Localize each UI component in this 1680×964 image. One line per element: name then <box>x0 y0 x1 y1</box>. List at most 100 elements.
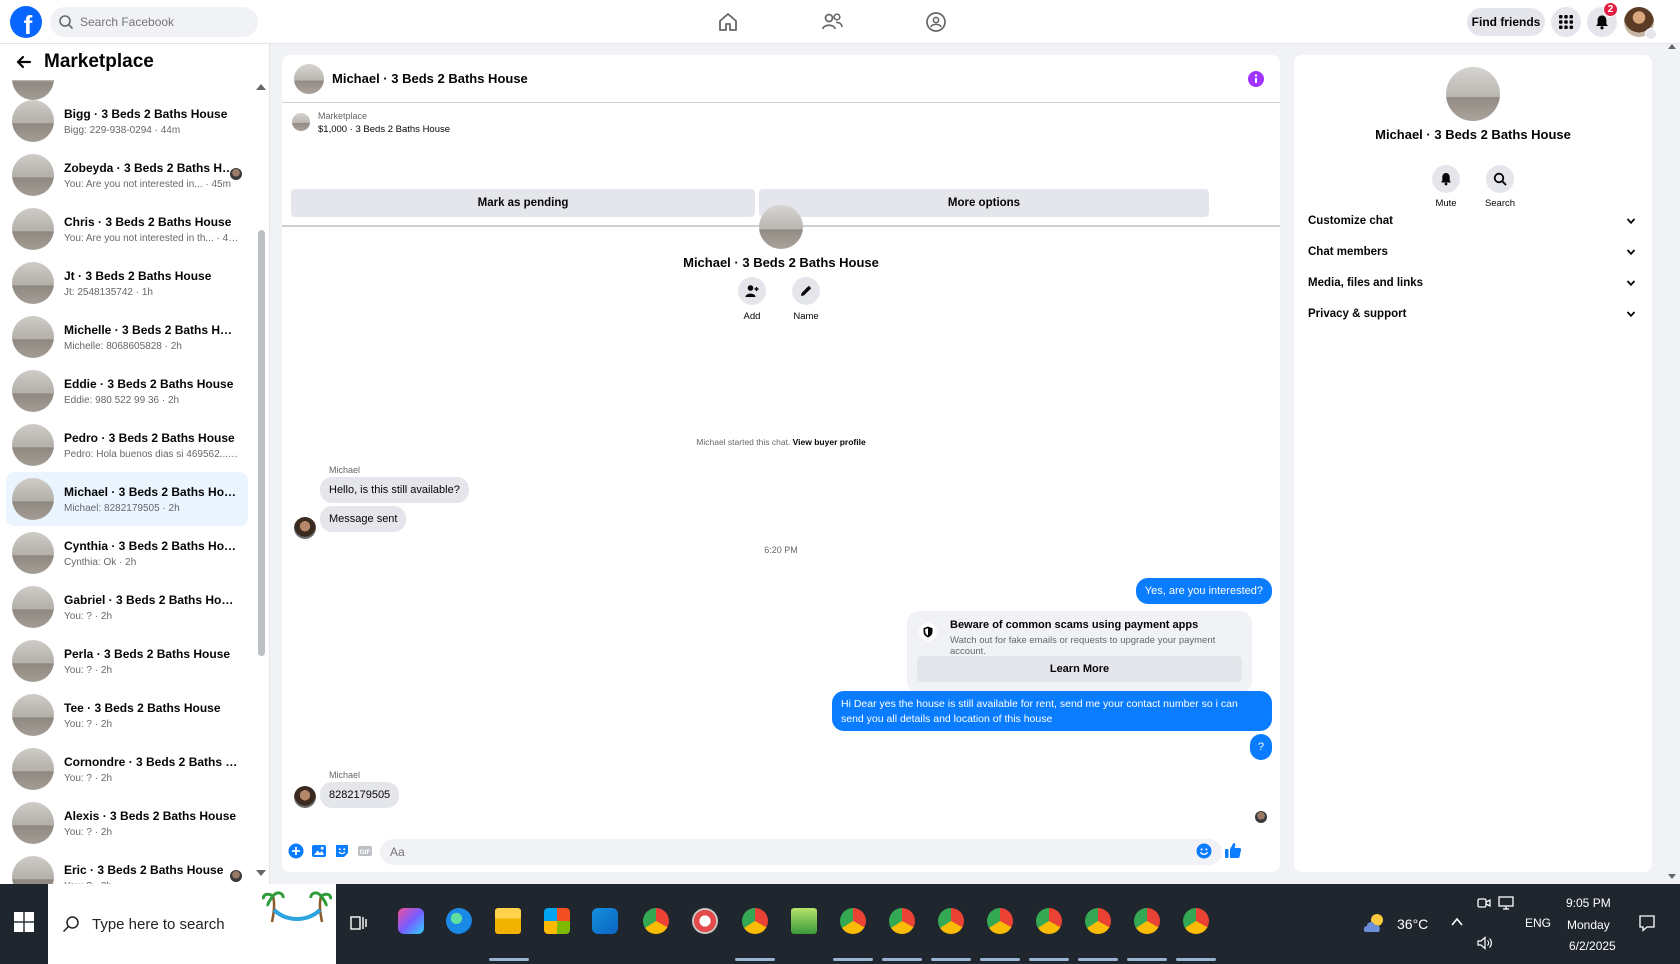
conversation-item[interactable]: Jt · 3 Beds 2 Baths House Jt: 2548135742 … <box>6 256 248 310</box>
incoming-message[interactable]: Hello, is this still available? <box>320 477 469 503</box>
chrome-profile-icon[interactable] <box>1085 908 1111 934</box>
search-action[interactable]: Search <box>1473 165 1527 209</box>
notification-center-icon[interactable] <box>1638 914 1656 932</box>
account-chevron-icon[interactable] <box>1645 28 1657 40</box>
chat-started-line: Michael started this chat. View buyer pr… <box>282 437 1280 447</box>
chrome-profile-icon[interactable] <box>840 908 866 934</box>
mute-action[interactable]: Mute <box>1419 165 1473 209</box>
facebook-logo[interactable]: f <box>10 6 42 38</box>
conversation-item[interactable]: Alexis · 3 Beds 2 Baths House You: ? · 2h <box>6 796 248 850</box>
gallery-icon[interactable] <box>311 843 327 859</box>
volume-icon[interactable] <box>1477 936 1493 950</box>
conversation-item[interactable]: Bigg · 3 Beds 2 Baths House Bigg: 229-938… <box>6 94 248 148</box>
sender-avatar[interactable] <box>294 517 316 539</box>
edge-browser-icon[interactable] <box>446 908 472 934</box>
conversation-item[interactable]: Gabriel · 3 Beds 2 Baths House You: ? · 2… <box>6 580 248 634</box>
view-buyer-profile-link[interactable]: View buyer profile <box>793 437 866 447</box>
listing-thumbnail[interactable] <box>292 113 310 131</box>
microsoft-store-icon[interactable] <box>544 908 570 934</box>
info-avatar[interactable] <box>1446 67 1500 121</box>
outlook-icon[interactable] <box>592 908 618 934</box>
section-label: Chat members <box>1308 246 1388 258</box>
chat-header-avatar[interactable] <box>294 63 324 94</box>
chrome-profile-icon[interactable] <box>1036 908 1062 934</box>
page-scroll-down-icon[interactable] <box>1668 874 1676 879</box>
listing-price[interactable]: $1,000 · 3 Beds 2 Baths House <box>318 124 450 135</box>
friends-icon[interactable] <box>820 10 844 34</box>
sidebar-scrollbar[interactable] <box>258 230 265 656</box>
conversation-item[interactable]: Michelle · 3 Beds 2 Baths House Michelle:… <box>6 310 248 364</box>
read-receipt-avatar <box>230 168 242 180</box>
customize-chat-section[interactable]: Customize chat <box>1304 207 1644 235</box>
conversation-item[interactable]: Eric · 3 Beds 2 Baths HouseYou: ? · 2h <box>6 850 248 884</box>
conversation-item[interactable]: Chris · 3 Beds 2 Baths House You: Are you… <box>6 202 248 256</box>
chrome-profile-icon[interactable] <box>1134 908 1160 934</box>
conversation-name: Tee · 3 Beds 2 Baths House <box>64 700 221 715</box>
search-input[interactable] <box>80 15 250 29</box>
clock-date[interactable]: 6/2/2025 <box>1569 939 1616 953</box>
conversation-item[interactable]: Michael · 3 Beds 2 Baths House Michael: 8… <box>6 472 248 526</box>
menu-button[interactable] <box>1551 7 1581 37</box>
conversation-item[interactable]: Perla · 3 Beds 2 Baths House You: ? · 2h <box>6 634 248 688</box>
language-indicator[interactable]: ENG <box>1525 916 1551 930</box>
task-view-icon[interactable] <box>350 914 368 932</box>
scroll-down-arrow-icon[interactable] <box>256 870 266 876</box>
chevron-up-icon[interactable] <box>1450 916 1464 928</box>
learn-more-button[interactable]: Learn More <box>917 656 1242 682</box>
clock-time[interactable]: 9:05 PM <box>1566 896 1611 910</box>
privacy-support-section[interactable]: Privacy & support <box>1304 300 1644 328</box>
add-action[interactable]: Add <box>722 277 782 322</box>
conversation-avatar <box>12 532 54 574</box>
conversation-item[interactable]: Cornondre · 3 Beds 2 Baths Ho... You: ? ·… <box>6 742 248 796</box>
outgoing-message[interactable]: ? <box>1250 734 1272 760</box>
search-box[interactable] <box>50 7 258 37</box>
thumbs-up-icon[interactable] <box>1224 841 1242 859</box>
chrome-profile-icon[interactable] <box>987 908 1013 934</box>
chrome-profile-icon[interactable] <box>742 908 768 934</box>
chrome-profile-icon[interactable] <box>889 908 915 934</box>
conversation-item[interactable]: Tee · 3 Beds 2 Baths House You: ? · 2h <box>6 688 248 742</box>
sticker-icon[interactable] <box>334 843 350 859</box>
clock-day[interactable]: Monday <box>1567 918 1610 932</box>
plus-circle-icon[interactable] <box>288 843 304 859</box>
app-icon[interactable] <box>692 908 718 934</box>
emoji-icon[interactable] <box>1196 843 1212 859</box>
sender-avatar[interactable] <box>294 786 316 808</box>
gif-icon[interactable]: GIF <box>357 843 373 859</box>
find-friends-button[interactable]: Find friends <box>1467 8 1545 36</box>
scroll-up-arrow-icon[interactable] <box>256 84 266 90</box>
info-icon[interactable] <box>1248 71 1264 87</box>
network-icon[interactable] <box>1498 896 1514 910</box>
meet-now-icon[interactable] <box>1477 896 1491 910</box>
conversation-preview: You: Are you not interested in... · 45m <box>64 178 231 190</box>
chrome-icon[interactable] <box>643 908 669 934</box>
info-name: Michael · 3 Beds 2 Baths House <box>1375 127 1571 142</box>
conversation-preview: Cynthia: Ok · 2h <box>64 556 137 568</box>
home-icon[interactable] <box>716 10 740 34</box>
outgoing-message[interactable]: Hi Dear yes the house is still available… <box>832 691 1272 731</box>
conversation-item[interactable]: Cynthia · 3 Beds 2 Baths House Cynthia: O… <box>6 526 248 580</box>
file-explorer-icon[interactable] <box>495 908 521 934</box>
media-files-links-section[interactable]: Media, files and links <box>1304 269 1644 297</box>
page-scroll-up-icon[interactable] <box>1668 44 1676 49</box>
chat-header-title[interactable]: Michael · 3 Beds 2 Baths House <box>332 71 528 86</box>
conversation-item[interactable]: Pedro · 3 Beds 2 Baths House Pedro: Hola … <box>6 418 248 472</box>
chrome-active-indicator <box>833 958 873 961</box>
back-arrow-icon[interactable] <box>14 52 34 72</box>
groups-icon[interactable] <box>924 10 948 34</box>
conversation-item[interactable]: Eddie · 3 Beds 2 Baths House Eddie: 980 5… <box>6 364 248 418</box>
message-input[interactable] <box>380 839 1222 865</box>
outgoing-message[interactable]: Yes, are you interested? <box>1135 578 1272 604</box>
conversation-item[interactable]: Zobeyda · 3 Beds 2 Baths Ho... You: Are y… <box>6 148 248 202</box>
incoming-message[interactable]: 8282179505 <box>320 782 400 808</box>
chat-members-section[interactable]: Chat members <box>1304 238 1644 266</box>
chrome-profile-icon[interactable] <box>1183 908 1209 934</box>
windows-start-icon[interactable] <box>14 912 34 932</box>
weather-icon[interactable] <box>1362 912 1388 934</box>
name-action[interactable]: Name <box>776 277 836 322</box>
incoming-message[interactable]: Message sent <box>320 506 407 532</box>
chrome-profile-icon[interactable] <box>938 908 964 934</box>
scam-warning-title: Beware of common scams using payment app… <box>950 619 1199 631</box>
copilot-icon[interactable] <box>398 908 424 934</box>
notepad-icon[interactable] <box>791 908 817 934</box>
